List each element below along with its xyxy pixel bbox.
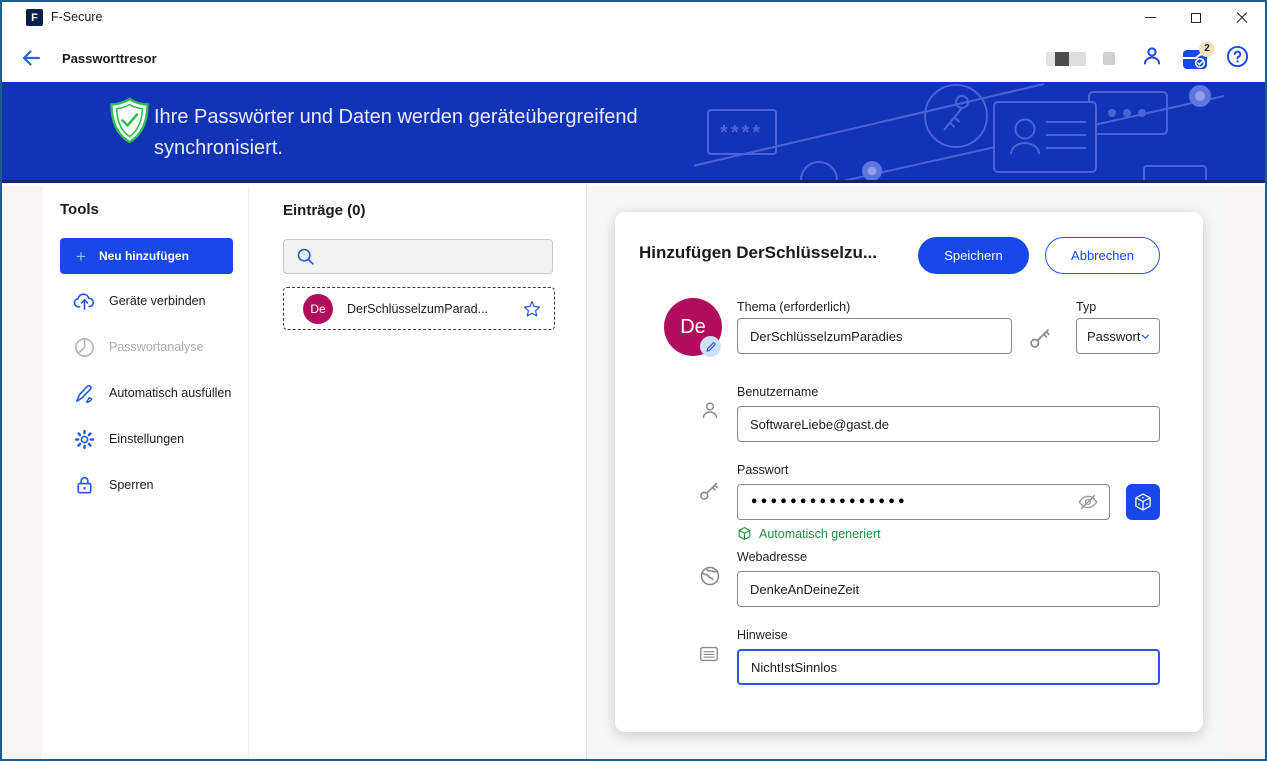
dice-icon [1133, 492, 1153, 512]
toolbar-placeholder-wide [1046, 52, 1086, 66]
search-box[interactable] [283, 239, 553, 274]
app-window: F F-Secure Passworttresor [0, 0, 1267, 761]
entries-heading: Einträge (0) [283, 202, 366, 219]
sidebar-item-connect-devices[interactable]: Geräte verbinden [60, 278, 240, 324]
thema-label: Thema (erforderlich) [737, 300, 850, 314]
minimize-button[interactable] [1127, 2, 1173, 33]
typ-select[interactable]: Passwort [1076, 318, 1160, 354]
generated-note-text: Automatisch generiert [759, 527, 881, 541]
generated-note: Automatisch generiert [737, 526, 881, 541]
notification-badge: 2 [1199, 41, 1215, 57]
page-title: Passworttresor [62, 51, 157, 66]
help-button[interactable] [1226, 45, 1249, 73]
help-icon [1226, 45, 1249, 68]
sync-banner: **** Ihre Passwörter und Daten werden ge… [2, 82, 1265, 183]
person-icon [698, 398, 722, 422]
window-controls [1127, 2, 1265, 33]
back-arrow-icon [19, 46, 43, 70]
hinweise-input[interactable] [737, 649, 1160, 685]
entry-avatar: De [303, 294, 333, 324]
detail-title: Hinzufügen DerSchlüsselzu... [639, 243, 909, 263]
detail-area: Hinzufügen DerSchlüsselzu... Speichern A… [588, 186, 1226, 759]
cloud-connect-icon [73, 290, 96, 313]
add-new-label: Neu hinzufügen [99, 249, 189, 263]
sidebar-item-label: Passwortanalyse [109, 340, 204, 354]
close-icon [1236, 12, 1248, 24]
toolbar-placeholder-small [1103, 52, 1115, 65]
sidebar-item-autofill[interactable]: Automatisch ausfüllen [60, 370, 240, 416]
passwort-label: Passwort [737, 463, 788, 477]
sync-message-line1: Ihre Passwörter und Daten werden geräteü… [154, 102, 638, 133]
content-area: Tools + Neu hinzufügen Geräte verbinden … [2, 186, 1265, 759]
key-icon [1028, 324, 1054, 350]
sidebar-item-label: Geräte verbinden [109, 294, 206, 308]
typ-value: Passwort [1087, 329, 1140, 344]
titlebar: F F-Secure [2, 2, 1265, 33]
minimize-icon [1145, 17, 1156, 19]
sidebar-item-settings[interactable]: Einstellungen [60, 416, 240, 462]
webadresse-input[interactable] [737, 571, 1160, 607]
maximize-icon [1191, 13, 1201, 23]
thema-input[interactable] [737, 318, 1012, 354]
entry-detail-card: Hinzufügen DerSchlüsselzu... Speichern A… [615, 212, 1203, 732]
dice-generated-icon [737, 526, 752, 541]
add-new-button[interactable]: + Neu hinzufügen [60, 238, 233, 274]
user-profile-icon [1140, 44, 1164, 68]
shield-check-icon [109, 97, 150, 144]
avatar-edit-button[interactable] [700, 336, 721, 357]
passwort-field [737, 484, 1110, 520]
banner-password-mask: **** [720, 122, 763, 144]
sidebar-item-lock[interactable]: Sperren [60, 462, 240, 508]
generate-password-button[interactable] [1126, 484, 1160, 520]
eye-off-icon[interactable] [1076, 491, 1100, 513]
hinweise-label: Hinweise [737, 628, 788, 642]
back-button[interactable] [19, 46, 43, 70]
tools-sidebar: Tools + Neu hinzufügen Geräte verbinden … [42, 186, 248, 759]
tools-heading: Tools [60, 201, 99, 218]
globe-icon [698, 564, 722, 588]
entries-panel: Einträge (0) De DerSchlüsselzumParad... [248, 186, 587, 759]
key-icon [698, 478, 722, 502]
benutzername-label: Benutzername [737, 385, 818, 399]
cancel-button[interactable]: Abbrechen [1045, 237, 1160, 274]
notes-icon [698, 642, 720, 666]
banner-decoration: **** [694, 82, 1224, 183]
benutzername-input[interactable] [737, 406, 1160, 442]
sync-message-line2: synchronisiert. [154, 133, 638, 164]
typ-label: Typ [1076, 300, 1096, 314]
search-input[interactable] [324, 240, 552, 273]
pie-analysis-icon [73, 336, 96, 359]
star-icon[interactable] [522, 299, 542, 319]
sync-message: Ihre Passwörter und Daten werden geräteü… [154, 102, 638, 164]
sidebar-item-label: Automatisch ausfüllen [109, 386, 231, 400]
nav-bar: Passworttresor 2 [2, 33, 1265, 82]
profile-button[interactable] [1140, 44, 1164, 73]
app-title: F-Secure [51, 10, 102, 24]
nav-actions: 2 [1046, 44, 1249, 73]
sidebar-item-password-analysis[interactable]: Passwortanalyse [60, 324, 240, 370]
gear-icon [73, 428, 96, 451]
chevron-down-icon [1140, 330, 1151, 343]
search-icon [295, 246, 316, 267]
plus-icon: + [76, 248, 86, 265]
pencil-edit-icon [705, 341, 717, 353]
sidebar-item-label: Einstellungen [109, 432, 184, 446]
entry-label: DerSchlüsselzumParad... [347, 302, 508, 316]
webadresse-label: Webadresse [737, 550, 807, 564]
maximize-button[interactable] [1173, 2, 1219, 33]
autofill-pen-icon [73, 382, 96, 405]
close-button[interactable] [1219, 2, 1265, 33]
lock-icon [73, 474, 96, 497]
vault-status-button[interactable]: 2 [1181, 47, 1209, 71]
entry-list-item[interactable]: De DerSchlüsselzumParad... [283, 287, 555, 330]
save-button[interactable]: Speichern [918, 237, 1029, 274]
passwort-input[interactable] [737, 484, 1110, 520]
sidebar-item-label: Sperren [109, 478, 153, 492]
f-secure-logo-icon: F [26, 9, 43, 26]
